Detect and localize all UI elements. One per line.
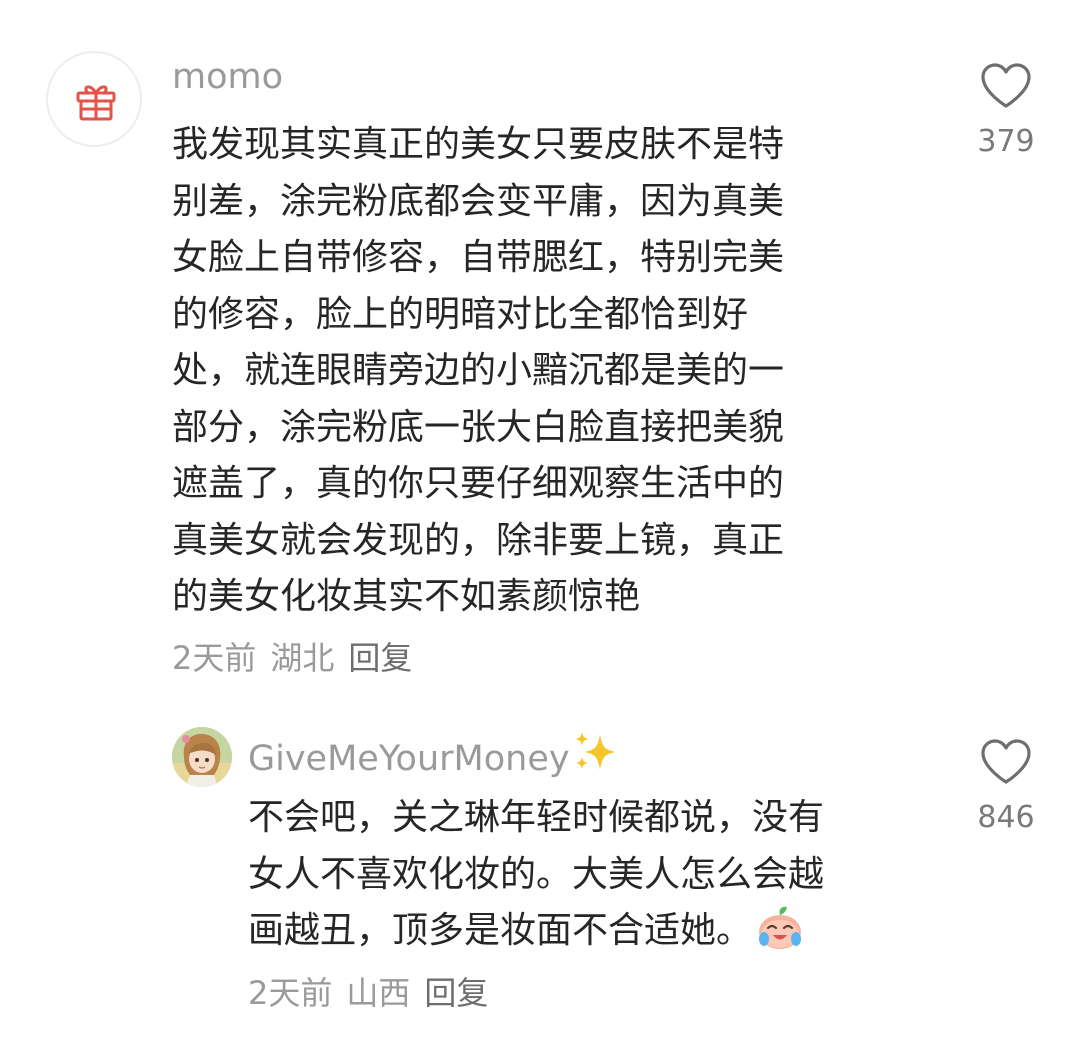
comment-username[interactable]: momo bbox=[172, 55, 283, 99]
sparkles-emoji-icon bbox=[574, 732, 616, 770]
like-button[interactable]: 379 bbox=[961, 62, 1051, 160]
comment-time: 2天前 bbox=[172, 639, 257, 677]
comment-text-line: 遮盖了，真的你只要仔细观察生活中的 bbox=[172, 463, 785, 504]
comment-meta: 2天前 湖北 回复 bbox=[172, 638, 426, 678]
comment-text-line: 处，就连眼睛旁边的小黯沉都是美的一 bbox=[172, 350, 785, 391]
reply-location: 山西 bbox=[346, 974, 411, 1012]
comment-text[interactable]: 我发现其实真正的美女只要皮肤不是特 别差，涂完粉底都会变平庸，因为真美 女脸上自… bbox=[172, 117, 902, 626]
reply-text[interactable]: 不会吧，关之琳年轻时候都说，没有 女人不喜欢化妆的。大美人怎么会越 画越丑，顶多… bbox=[248, 790, 928, 960]
like-count: 379 bbox=[977, 124, 1035, 159]
reply-text-line: 画越丑，顶多是妆面不合适她。 bbox=[248, 903, 928, 960]
anime-girl-avatar bbox=[172, 727, 232, 787]
comment-text-line: 的美女化妆其实不如素颜惊艳 bbox=[172, 576, 641, 617]
reply-text-line: 女人不喜欢化妆的。大美人怎么会越 bbox=[248, 853, 825, 895]
heart-icon bbox=[981, 739, 1031, 784]
comment-text-line: 真美女就会发现的，除非要上镜，真正 bbox=[172, 519, 785, 561]
reply-text-line: 不会吧，关之琳年轻时候都说，没有 bbox=[248, 797, 825, 838]
comment-text-line: 部分，涂完粉底一张大白脸直接把美貌 bbox=[172, 406, 785, 448]
reply-button[interactable]: 回复 bbox=[424, 974, 488, 1012]
like-count: 846 bbox=[977, 800, 1035, 835]
reply-time: 2天前 bbox=[248, 974, 333, 1012]
reply-username-text: GiveMeYourMoney bbox=[248, 739, 570, 779]
like-button[interactable]: 846 bbox=[961, 738, 1051, 836]
crying-laughing-peach-icon bbox=[759, 906, 802, 949]
reply-username[interactable]: GiveMeYourMoney bbox=[248, 730, 618, 781]
comment-text-line: 的修容，脸上的明暗对比全都恰到好 bbox=[172, 293, 749, 335]
reply-button[interactable]: 回复 bbox=[348, 639, 412, 677]
comment-text-line: 别差，涂完粉底都会变平庸，因为真美 bbox=[172, 180, 785, 222]
reply-meta: 2天前 山西 回复 bbox=[248, 973, 502, 1013]
comment-text-line: 女脸上自带修容，自带腮红，特别完美 bbox=[172, 237, 785, 278]
user-avatar[interactable] bbox=[46, 51, 142, 147]
heart-icon bbox=[981, 63, 1031, 108]
user-avatar[interactable] bbox=[172, 727, 232, 787]
comment-text-line: 我发现其实真正的美女只要皮肤不是特 bbox=[172, 124, 785, 165]
gift-icon bbox=[76, 85, 116, 121]
reply-text-line-text: 画越丑，顶多是妆面不合适她。 bbox=[248, 910, 753, 951]
comment-location: 湖北 bbox=[270, 639, 335, 677]
